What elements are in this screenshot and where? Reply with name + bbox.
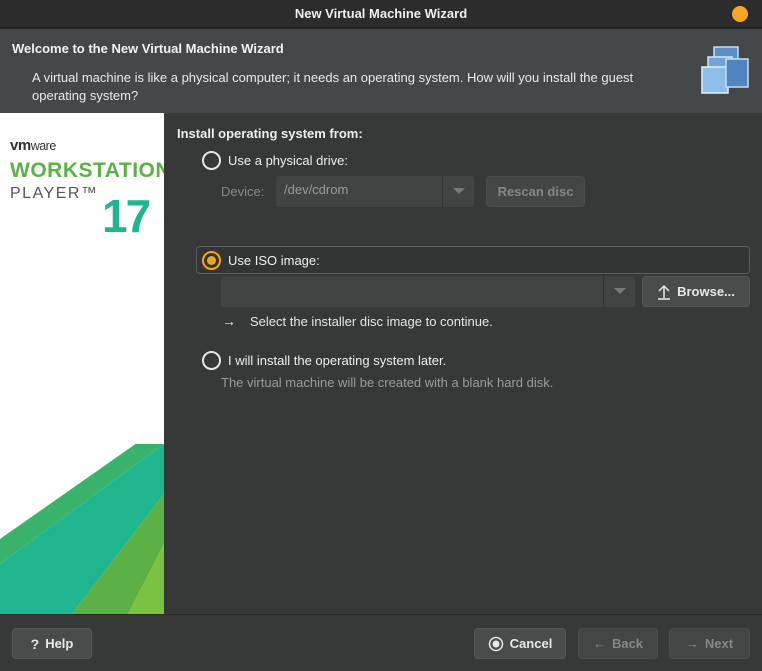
- iso-path-select[interactable]: [221, 276, 635, 307]
- iso-hint-text: Select the installer disc image to conti…: [250, 313, 493, 329]
- device-select-value: /dev/cdrom: [284, 182, 349, 197]
- product-version: 17: [102, 190, 151, 242]
- help-icon: ?: [30, 635, 40, 652]
- chevron-down-icon[interactable]: [603, 276, 635, 307]
- cancel-button[interactable]: Cancel: [474, 628, 566, 659]
- physical-drive-label: Use a physical drive:: [228, 153, 348, 168]
- header-title: Welcome to the New Virtual Machine Wizar…: [12, 41, 284, 56]
- iso-hint: → Select the installer disc image to con…: [222, 313, 493, 329]
- upload-icon: [658, 284, 671, 300]
- back-label: Back: [611, 636, 644, 651]
- vendor-suffix: ware: [30, 139, 57, 153]
- install-section-title: Install operating system from:: [177, 126, 363, 141]
- header-description: A virtual machine is like a physical com…: [32, 70, 634, 103]
- browse-label: Browse...: [677, 284, 735, 299]
- window-title: New Virtual Machine Wizard: [294, 6, 468, 21]
- arrow-right-icon: →: [222, 313, 236, 329]
- iso-image-option[interactable]: Use ISO image:: [202, 251, 320, 270]
- stacked-windows-icon: [701, 46, 749, 94]
- device-select[interactable]: /dev/cdrom: [276, 176, 474, 207]
- install-later-option[interactable]: I will install the operating system late…: [202, 351, 446, 370]
- product-edition: PLAYER™: [10, 185, 99, 202]
- vmware-logo: vmware: [10, 137, 56, 154]
- product-name: WORKSTATION: [10, 159, 164, 182]
- install-later-description: The virtual machine will be created with…: [221, 375, 554, 390]
- wizard-footer: ? Help Cancel ← Back → Next: [0, 614, 762, 671]
- title-bar: New Virtual Machine Wizard: [0, 0, 762, 28]
- arrow-left-icon: ←: [592, 636, 606, 651]
- close-window-button[interactable]: [732, 6, 748, 22]
- arrow-right-icon: →: [685, 636, 699, 651]
- back-button[interactable]: ← Back: [578, 628, 658, 659]
- decorative-stripes: [0, 444, 164, 614]
- chevron-down-icon[interactable]: [442, 176, 474, 207]
- cancel-label: Cancel: [509, 636, 553, 651]
- physical-drive-radio[interactable]: [202, 151, 221, 170]
- brand-panel: vmware WORKSTATION PLAYER™ 17: [0, 113, 164, 614]
- device-label: Device:: [221, 184, 265, 199]
- install-later-label: I will install the operating system late…: [228, 353, 447, 368]
- next-button[interactable]: → Next: [669, 628, 750, 659]
- vendor-prefix: vm: [10, 137, 31, 154]
- rescan-disc-button[interactable]: Rescan disc: [486, 176, 585, 207]
- install-source-panel: Install operating system from: Use a phy…: [164, 113, 762, 614]
- help-label: Help: [45, 636, 74, 651]
- install-later-radio[interactable]: [202, 351, 221, 370]
- iso-image-label: Use ISO image:: [228, 253, 320, 268]
- rescan-disc-label: Rescan disc: [497, 184, 574, 199]
- help-button[interactable]: ? Help: [12, 628, 92, 659]
- physical-drive-option[interactable]: Use a physical drive:: [202, 151, 348, 170]
- wizard-header: Welcome to the New Virtual Machine Wizar…: [0, 29, 762, 113]
- cancel-icon: [488, 636, 503, 651]
- browse-button[interactable]: Browse...: [642, 276, 750, 307]
- next-label: Next: [704, 636, 734, 651]
- iso-image-radio[interactable]: [202, 251, 221, 270]
